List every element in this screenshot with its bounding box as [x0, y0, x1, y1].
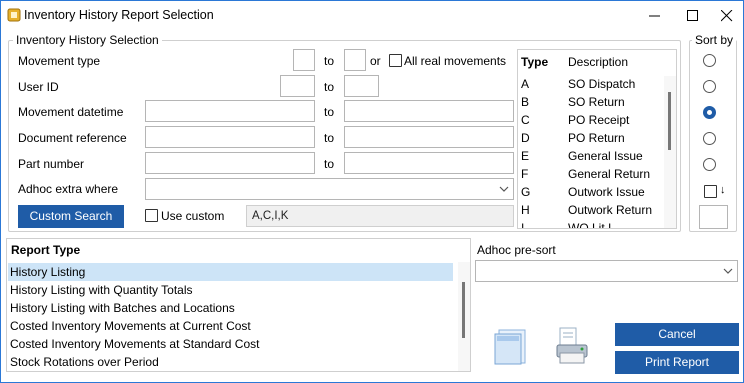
part-number-to-input[interactable] [344, 152, 514, 174]
type-code: G [521, 185, 531, 199]
close-button[interactable] [709, 1, 744, 31]
movement-type-list[interactable]: Type Description A SO Dispatch B SO Return C… [517, 49, 677, 229]
type-list-scrollbar-thumb[interactable] [668, 92, 671, 150]
type-description: PO Receipt [568, 113, 630, 127]
type-code: C [521, 113, 530, 127]
type-code: A [521, 77, 530, 91]
custom-movement-types-field: A,C,I,K [246, 205, 514, 227]
adhoc-presort-label: Adhoc pre-sort [477, 243, 556, 257]
sort-extra-input[interactable] [699, 205, 728, 229]
report-type-scrollbar-thumb[interactable] [462, 282, 465, 338]
user-id-from-input[interactable] [280, 75, 315, 97]
document-reference-to-input[interactable] [344, 126, 514, 148]
adhoc-extra-where-dropdown[interactable] [145, 178, 514, 200]
type-description: Outwork Issue [568, 185, 645, 199]
sort-radio-3[interactable] [703, 106, 716, 119]
app-icon [7, 8, 21, 22]
type-list-row[interactable]: F General Return [518, 167, 663, 185]
window-title: Inventory History Report Selection [24, 8, 214, 22]
to-label: to [324, 157, 335, 171]
report-type-item[interactable]: History Listing with Quantity Totals [8, 281, 448, 299]
type-column-header: Type [521, 55, 549, 69]
document-reference-label: Document reference [18, 131, 127, 145]
type-code: F [521, 167, 529, 181]
group-title: Inventory History Selection [13, 33, 162, 47]
type-code: H [521, 203, 530, 217]
sort-radio-4[interactable] [703, 132, 716, 145]
part-number-label: Part number [18, 157, 85, 171]
to-label: to [324, 131, 335, 145]
type-code: B [521, 95, 530, 109]
close-icon [721, 10, 733, 22]
type-list-row[interactable]: G Outwork Issue [518, 185, 663, 203]
title-bar[interactable]: Inventory History Report Selection [1, 1, 743, 31]
use-custom-checkbox[interactable] [145, 209, 158, 222]
description-column-header: Description [568, 55, 629, 69]
type-code: D [521, 131, 530, 145]
movement-type-from-input[interactable] [293, 49, 315, 71]
minimize-icon [649, 15, 660, 17]
report-type-item[interactable]: Costed Inventory Movements at Standard C… [8, 335, 448, 353]
use-custom-label: Use custom [161, 209, 225, 223]
to-label: to [324, 80, 335, 94]
type-code: E [521, 149, 530, 163]
type-list-row[interactable]: B SO Return [518, 95, 663, 113]
part-number-from-input[interactable] [145, 152, 315, 174]
type-list-row[interactable]: E General Issue [518, 149, 663, 167]
report-type-header: Report Type [11, 243, 81, 257]
custom-movement-types-value: A,C,I,K [252, 210, 289, 222]
dialog-window: Inventory History Report Selection Inven… [0, 0, 744, 383]
minimize-button[interactable] [637, 1, 673, 31]
report-type-scrollbar[interactable] [458, 262, 470, 371]
sort-radio-5[interactable] [703, 158, 716, 171]
type-description: PO Return [568, 131, 625, 145]
all-real-movements-checkbox[interactable] [389, 54, 402, 67]
type-list-row[interactable]: D PO Return [518, 131, 663, 149]
sort-by-title: Sort by [692, 33, 736, 47]
movement-type-to-input[interactable] [344, 49, 366, 71]
report-type-item[interactable]: History Listing [8, 263, 453, 281]
movement-datetime-to-input[interactable] [344, 100, 514, 122]
chevron-down-icon [723, 268, 733, 274]
type-description: WO Lit I [568, 221, 612, 229]
user-id-label: User ID [18, 80, 59, 94]
type-description: SO Dispatch [568, 77, 636, 91]
movement-datetime-label: Movement datetime [18, 105, 124, 119]
to-label: to [324, 54, 335, 68]
type-description: General Return [568, 167, 651, 181]
movement-datetime-from-input[interactable] [145, 100, 315, 122]
report-type-item[interactable]: Stock Rotations over Period [8, 353, 448, 371]
sort-descending-checkbox[interactable] [704, 185, 717, 198]
user-id-to-input[interactable] [344, 75, 379, 97]
printer-icon[interactable] [554, 327, 592, 367]
sort-radio-1[interactable] [703, 54, 716, 67]
chevron-down-icon [499, 186, 509, 192]
type-description: Outwork Return [568, 203, 653, 217]
sort-radio-2[interactable] [703, 80, 716, 93]
preview-icon[interactable] [494, 328, 528, 366]
or-label: or [370, 54, 381, 68]
adhoc-extra-where-label: Adhoc extra where [18, 182, 119, 196]
all-real-movements-label: All real movements [404, 54, 507, 68]
to-label: to [324, 105, 335, 119]
print-report-button[interactable]: Print Report [615, 351, 739, 374]
movement-type-label: Movement type [18, 54, 101, 68]
custom-search-button[interactable]: Custom Search [18, 205, 124, 228]
type-list-row[interactable]: I WO Lit I [518, 221, 663, 229]
maximize-icon [687, 10, 698, 21]
type-list-scrollbar[interactable] [664, 76, 676, 228]
sort-descending-arrow: ↓ [720, 184, 726, 196]
type-code: I [521, 221, 525, 229]
document-reference-from-input[interactable] [145, 126, 315, 148]
maximize-button[interactable] [675, 1, 711, 31]
type-list-row[interactable]: A SO Dispatch [518, 77, 663, 95]
adhoc-presort-dropdown[interactable] [475, 260, 738, 282]
report-type-item[interactable]: History Listing with Batches and Locatio… [8, 299, 448, 317]
type-list-row[interactable]: C PO Receipt [518, 113, 663, 131]
report-type-item[interactable]: Costed Inventory Movements at Current Co… [8, 317, 448, 335]
cancel-button[interactable]: Cancel [615, 323, 739, 346]
type-description: SO Return [568, 95, 625, 109]
type-list-row[interactable]: H Outwork Return [518, 203, 663, 221]
type-description: General Issue [568, 149, 643, 163]
